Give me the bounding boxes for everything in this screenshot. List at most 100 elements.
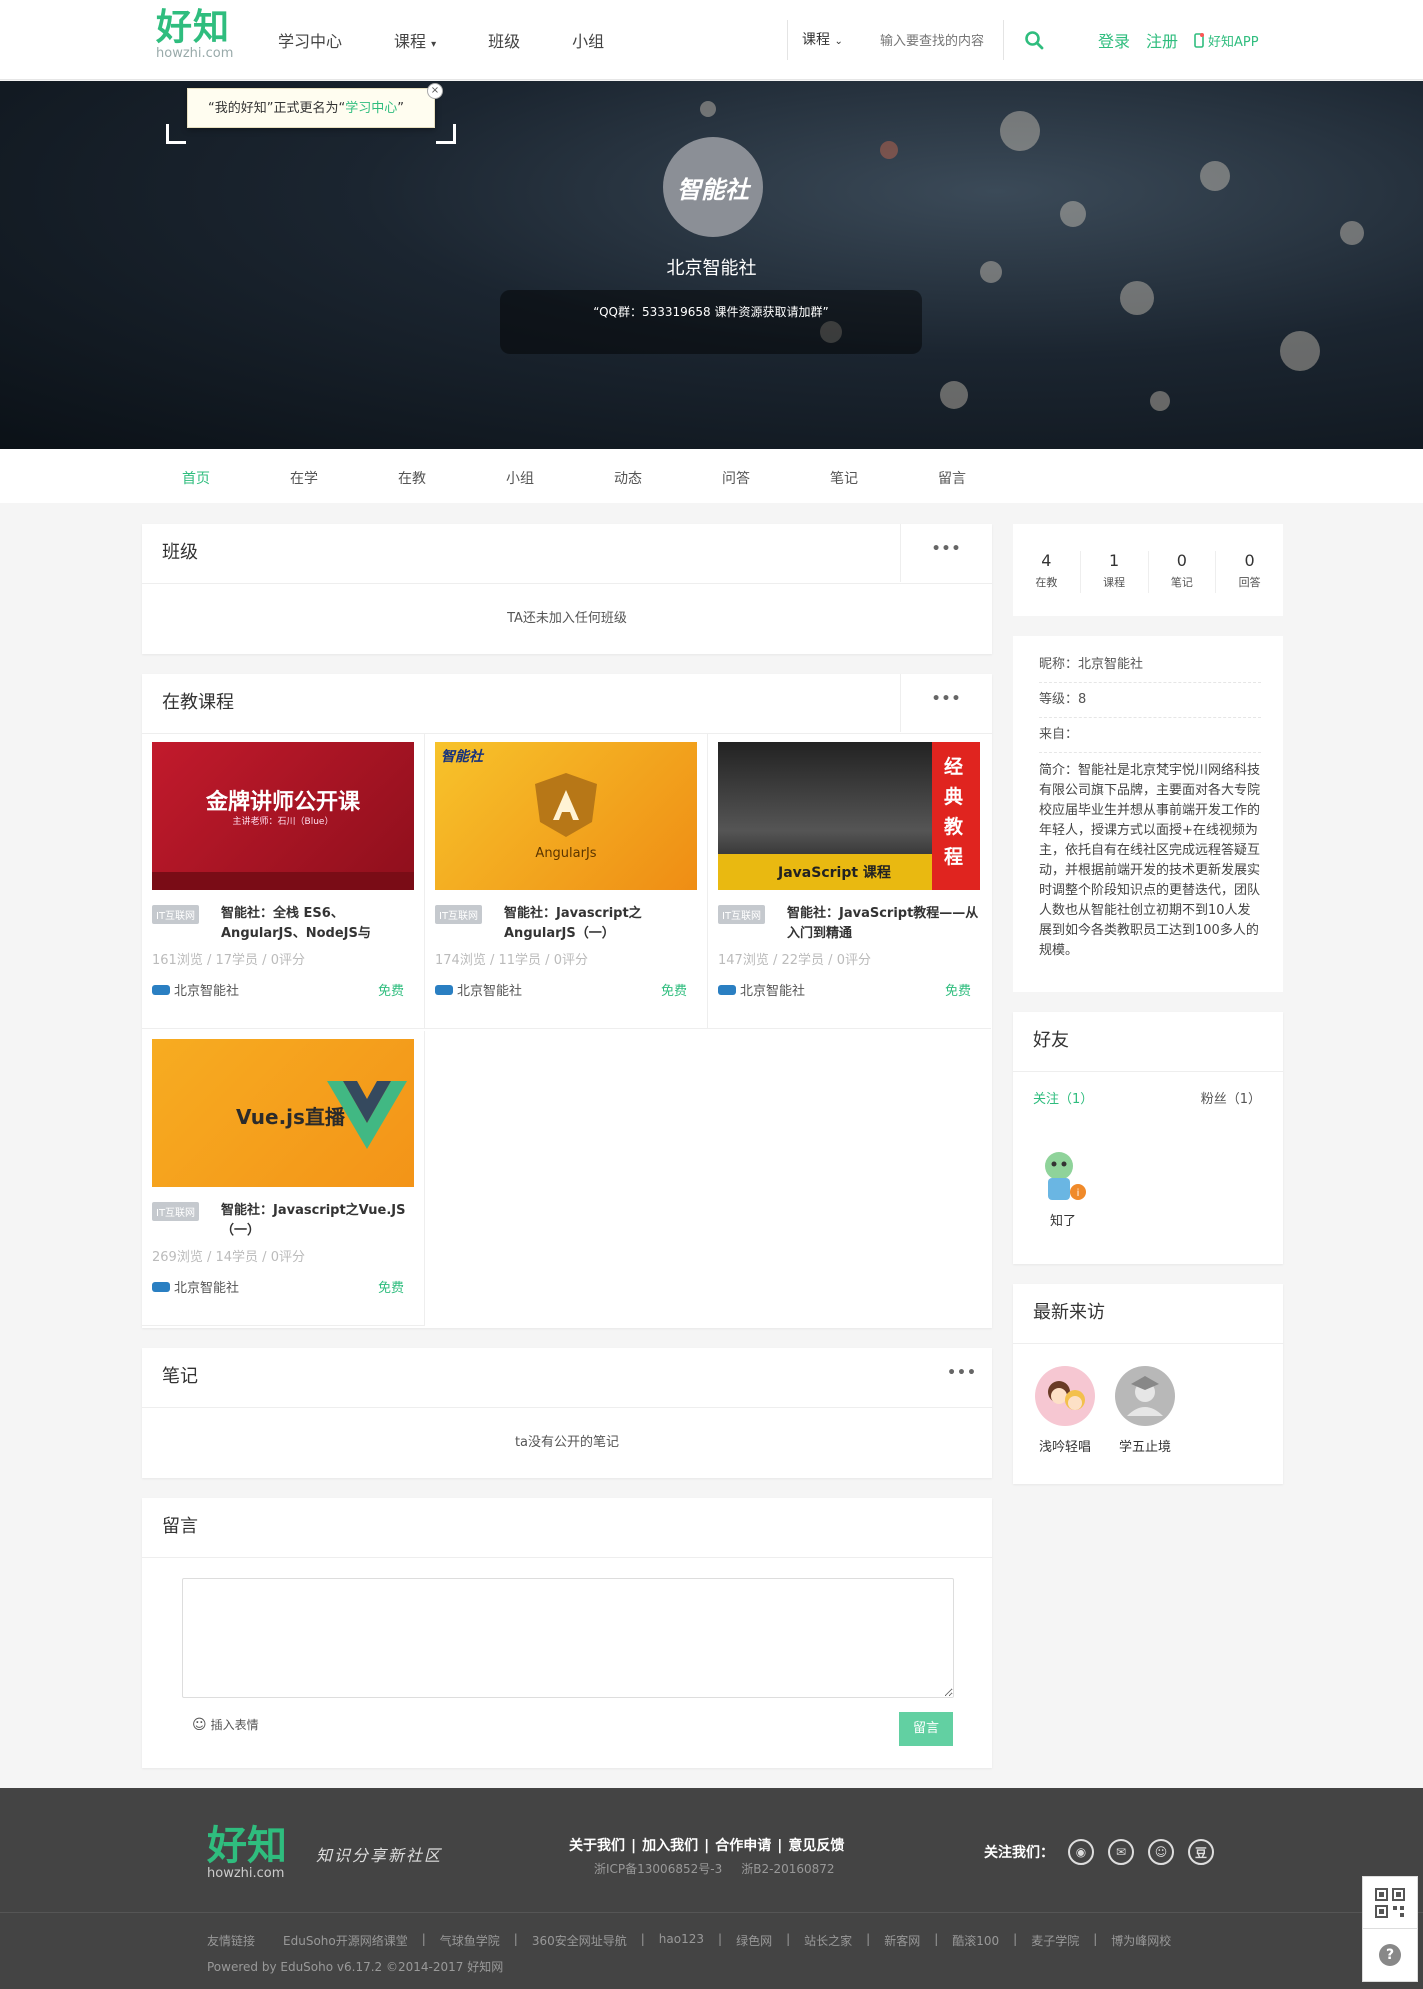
qrcode-icon[interactable] bbox=[1363, 1877, 1417, 1929]
partner-link[interactable]: 绿色网 bbox=[736, 1932, 772, 1949]
footer-link-join[interactable]: 加入我们 bbox=[642, 1838, 698, 1854]
footer-link-feedback[interactable]: 意见反馈 bbox=[788, 1838, 844, 1854]
caret-down-icon: ▾ bbox=[431, 39, 437, 50]
side-float-toolbar: ? bbox=[1362, 1876, 1418, 1982]
partner-link[interactable]: 新客网 bbox=[884, 1932, 920, 1949]
more-button[interactable]: ••• bbox=[900, 674, 992, 732]
partner-link[interactable]: 360安全网址导航 bbox=[532, 1932, 627, 1949]
course-cover[interactable]: 经典教程 JavaScript 课程 bbox=[718, 742, 980, 890]
tab-home[interactable]: 首页 bbox=[182, 468, 210, 488]
following-tab[interactable]: 关注（1） bbox=[1033, 1088, 1093, 1107]
ratings: 0评分 bbox=[270, 1250, 305, 1265]
icp-number[interactable]: 浙ICP备13006852号-3 bbox=[594, 1862, 722, 1876]
tab-activity[interactable]: 动态 bbox=[614, 468, 642, 488]
tab-learning[interactable]: 在学 bbox=[290, 468, 318, 488]
login-link[interactable]: 登录 bbox=[1098, 28, 1130, 52]
avatar[interactable]: 智能社 bbox=[663, 137, 763, 237]
nickname: 昵称：北京智能社 bbox=[1039, 648, 1261, 683]
course-teacher[interactable]: 北京智能社 bbox=[718, 980, 805, 999]
partner-link[interactable]: 博为峰网校 bbox=[1111, 1932, 1171, 1949]
stat-teaching[interactable]: 4 在教 bbox=[1013, 551, 1081, 593]
follow-label: 关注我们： bbox=[984, 1845, 1054, 1861]
course-cover[interactable]: Vue.js直播 bbox=[152, 1039, 414, 1187]
close-icon[interactable]: × bbox=[427, 83, 443, 99]
partner-link[interactable]: hao123 bbox=[659, 1932, 704, 1949]
course-cover[interactable]: 金牌讲师公开课 主讲老师：石川（Blue） bbox=[152, 742, 414, 890]
stat-answers[interactable]: 0 回答 bbox=[1216, 551, 1283, 593]
douban-icon[interactable]: 豆 bbox=[1188, 1839, 1214, 1865]
friend-item[interactable]: i 知了 bbox=[1033, 1146, 1093, 1229]
emoji-label: 插入表情 bbox=[210, 1718, 259, 1732]
course-cover[interactable]: AngularJs 智能社 bbox=[435, 742, 697, 890]
more-button[interactable]: ••• bbox=[932, 1348, 992, 1406]
course-title[interactable]: 智能社：JavaScript教程——从入门到精通 bbox=[787, 904, 987, 944]
footer-link-about[interactable]: 关于我们 bbox=[569, 1838, 625, 1854]
course-card[interactable]: Vue.js直播 IT互联网 智能社：Javascript之Vue.JS（一） … bbox=[142, 1031, 425, 1326]
stat-label: 笔记 bbox=[1170, 576, 1193, 589]
partner-link[interactable]: 麦子学院 bbox=[1031, 1932, 1079, 1949]
footer-link-cooperate[interactable]: 合作申请 bbox=[715, 1838, 771, 1854]
partner-link[interactable]: 气球鱼学院 bbox=[440, 1932, 500, 1949]
app-link[interactable]: 好知APP bbox=[1194, 31, 1275, 50]
stat-notes[interactable]: 0 笔记 bbox=[1149, 551, 1217, 593]
friends-section: 好友 关注（1） 粉丝（1） i 知了 bbox=[1013, 1012, 1283, 1264]
course-card[interactable]: 金牌讲师公开课 主讲老师：石川（Blue） IT互联网 智能社：全栈 ES6、A… bbox=[142, 734, 425, 1029]
footer-logo[interactable]: 好知 howzhi.com bbox=[207, 1826, 287, 1880]
tip-link[interactable]: 学习中心 bbox=[345, 101, 397, 116]
tab-groups[interactable]: 小组 bbox=[506, 468, 534, 488]
cover-subtitle: 主讲老师：石川（Blue） bbox=[232, 817, 334, 827]
course-card[interactable]: AngularJs 智能社 IT互联网 智能社：Javascript之Angul… bbox=[425, 734, 708, 1029]
partner-link[interactable]: 站长之家 bbox=[804, 1932, 852, 1949]
weibo-icon[interactable]: ◉ bbox=[1068, 1839, 1094, 1865]
stat-courses[interactable]: 1 课程 bbox=[1081, 551, 1149, 593]
stat-label: 课程 bbox=[1103, 576, 1126, 589]
submit-message-button[interactable]: 留言 bbox=[899, 1712, 953, 1746]
category-tag: IT互联网 bbox=[152, 1202, 200, 1221]
course-teacher[interactable]: 北京智能社 bbox=[152, 1277, 239, 1296]
fans-tab[interactable]: 粉丝（1） bbox=[1201, 1088, 1261, 1107]
wechat-icon[interactable]: ✉ bbox=[1108, 1839, 1134, 1865]
partner-link[interactable]: 酷滚100 bbox=[952, 1932, 999, 1949]
course-card[interactable]: 经典教程 JavaScript 课程 IT互联网 智能社：JavaScript教… bbox=[708, 734, 991, 1029]
icp-number-2[interactable]: 浙B2-20160872 bbox=[741, 1862, 834, 1876]
cover-title: AngularJs bbox=[535, 846, 597, 861]
section-title: 笔记 ••• bbox=[142, 1348, 992, 1408]
category-tag: IT互联网 bbox=[718, 905, 766, 924]
course-title[interactable]: 智能社：全栈 ES6、AngularJS、NodeJS与 bbox=[221, 904, 421, 944]
profile-stats: 4 在教 1 课程 0 笔记 0 回答 bbox=[1013, 524, 1283, 616]
course-title[interactable]: 智能社：Javascript之Vue.JS（一） bbox=[221, 1201, 421, 1241]
search-type-label: 课程 bbox=[802, 32, 830, 48]
category-tag: IT互联网 bbox=[435, 905, 483, 924]
insert-emoji-button[interactable]: ☺ 插入表情 bbox=[192, 1716, 259, 1733]
visitor-item[interactable]: 学五止境 bbox=[1113, 1366, 1177, 1455]
price-label: 免费 bbox=[377, 984, 404, 999]
search-button[interactable] bbox=[1003, 20, 1063, 60]
visitor-item[interactable]: 浅吟轻唱 bbox=[1033, 1366, 1097, 1455]
tab-messages[interactable]: 留言 bbox=[938, 468, 966, 488]
tab-qa[interactable]: 问答 bbox=[722, 468, 750, 488]
logo-subtext: howzhi.com bbox=[156, 46, 234, 61]
course-teacher[interactable]: 北京智能社 bbox=[435, 980, 522, 999]
from: 来自： bbox=[1039, 718, 1261, 753]
nav-courses[interactable]: 课程 ▾ bbox=[394, 28, 436, 52]
more-button[interactable]: ••• bbox=[900, 524, 992, 582]
ratings: 0评分 bbox=[270, 953, 305, 968]
search-input[interactable] bbox=[870, 22, 1000, 58]
qq-icon[interactable]: ☺ bbox=[1148, 1839, 1174, 1865]
recent-visitors-section: 最新来访 浅吟轻唱 学五止境 bbox=[1013, 1284, 1283, 1484]
course-title[interactable]: 智能社：Javascript之AngularJS（一） bbox=[504, 904, 704, 944]
help-icon[interactable]: ? bbox=[1363, 1929, 1417, 1981]
auth-links: 登录 注册 好知APP bbox=[1098, 28, 1291, 52]
nav-classes[interactable]: 班级 bbox=[488, 28, 520, 52]
nav-learning-center[interactable]: 学习中心 bbox=[278, 28, 342, 52]
tab-notes[interactable]: 笔记 bbox=[830, 468, 858, 488]
site-logo[interactable]: 好知 howzhi.com bbox=[156, 10, 234, 61]
message-textarea[interactable] bbox=[182, 1578, 954, 1698]
partner-link[interactable]: EduSoho开源网络课堂 bbox=[283, 1932, 408, 1949]
search-type-dropdown[interactable]: 课程 ⌄ bbox=[787, 20, 857, 60]
register-link[interactable]: 注册 bbox=[1146, 28, 1178, 52]
course-teacher[interactable]: 北京智能社 bbox=[152, 980, 239, 999]
section-title: 班级 ••• bbox=[142, 524, 992, 584]
nav-groups[interactable]: 小组 bbox=[572, 28, 604, 52]
tab-teaching[interactable]: 在教 bbox=[398, 468, 426, 488]
